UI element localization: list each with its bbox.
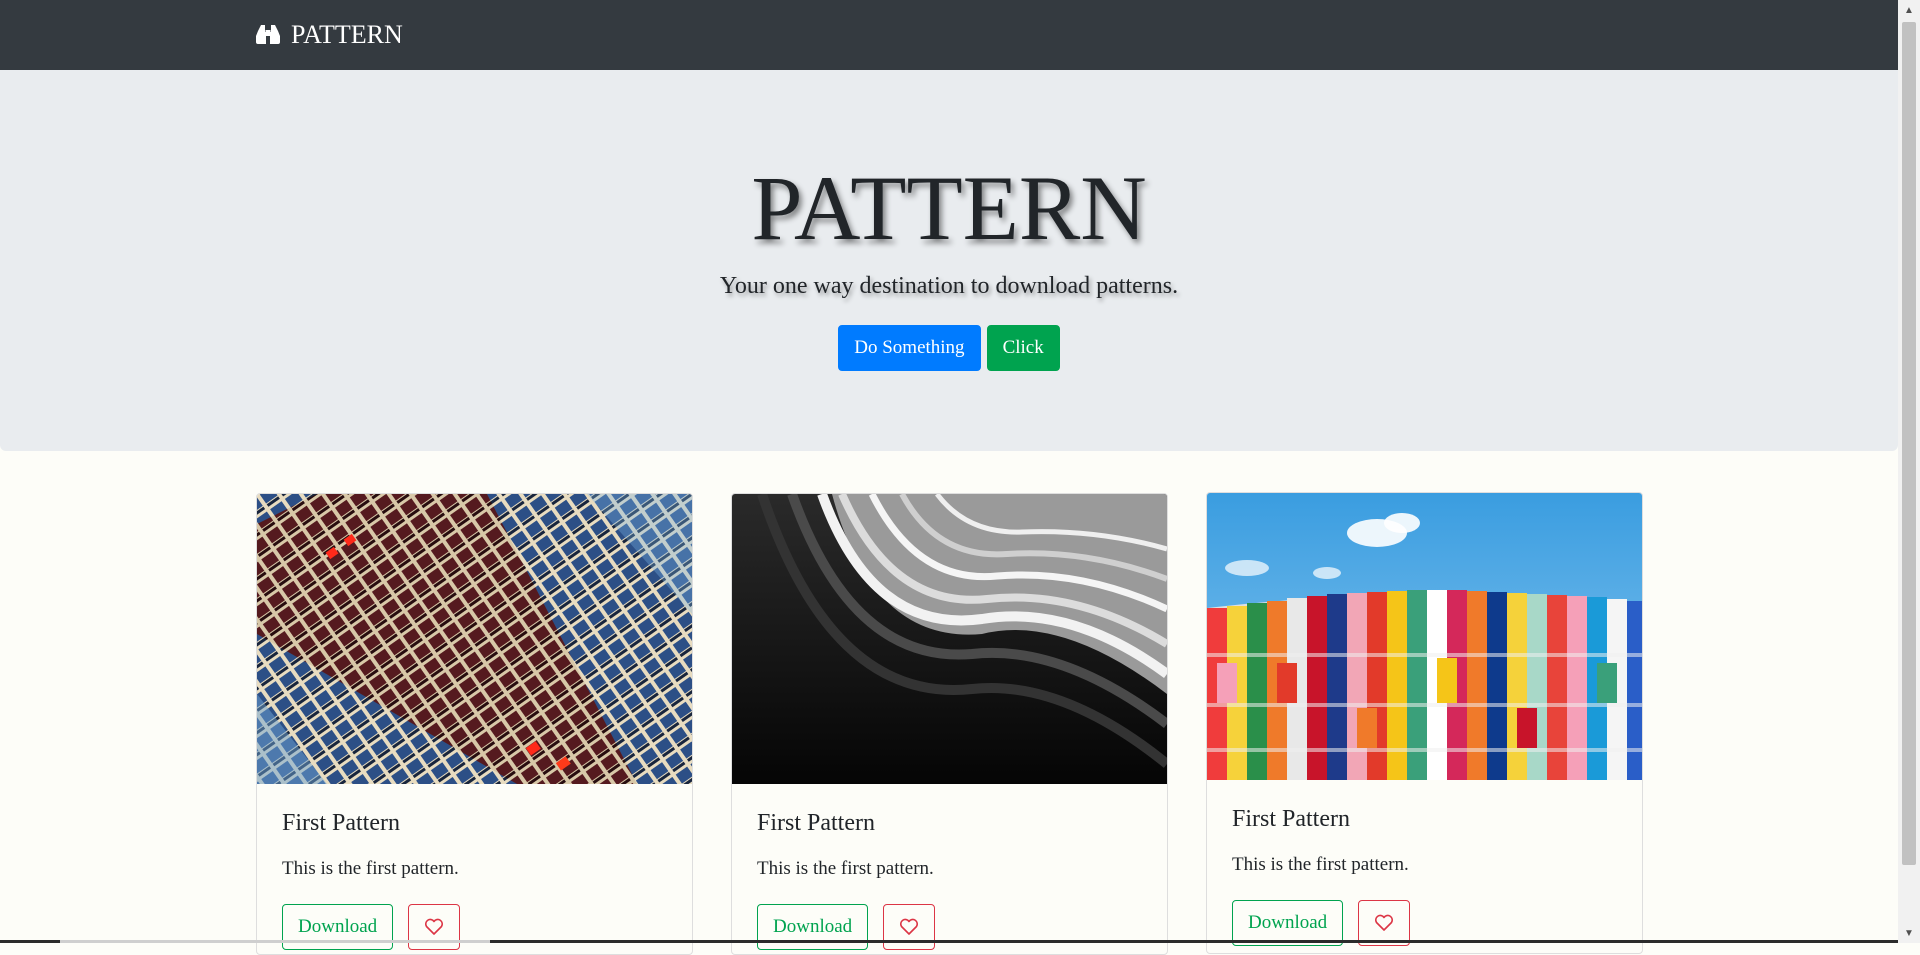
scroll-up-arrow-icon[interactable]: ▲	[1898, 0, 1920, 20]
pattern-card: First Pattern This is the first pattern.…	[1206, 492, 1643, 954]
brand-label: PATTERN	[291, 20, 403, 49]
heart-icon	[425, 918, 444, 935]
download-button[interactable]: Download	[282, 904, 394, 950]
vertical-scrollbar[interactable]: ▲ ▼	[1898, 0, 1920, 943]
click-button[interactable]: Click	[986, 325, 1060, 371]
hero-jumbotron: PATTERN Your one way destination to down…	[0, 70, 1898, 451]
download-button[interactable]: Download	[757, 904, 869, 950]
navbar-brand[interactable]: PATTERN	[255, 18, 403, 52]
hero-actions: Do Something Click	[0, 325, 1898, 371]
heart-icon	[1375, 914, 1394, 931]
like-button[interactable]	[408, 904, 461, 950]
like-button[interactable]	[883, 904, 936, 950]
pattern-card: First Pattern This is the first pattern.…	[731, 493, 1168, 955]
pattern-image	[257, 494, 692, 784]
scroll-down-arrow-icon[interactable]: ▼	[1898, 923, 1920, 943]
card-title: First Pattern	[1232, 806, 1350, 832]
heart-icon	[900, 918, 919, 935]
card-text: This is the first pattern.	[282, 858, 459, 879]
hero-title: PATTERN	[751, 157, 1147, 259]
navbar: PATTERN	[0, 0, 1898, 70]
card-text: This is the first pattern.	[757, 858, 934, 879]
card-body: First Pattern This is the first pattern.…	[732, 784, 1167, 950]
card-text: This is the first pattern.	[1232, 854, 1409, 875]
card-actions: Download	[282, 904, 668, 950]
pattern-card: First Pattern This is the first pattern.…	[256, 493, 693, 955]
card-actions: Download	[757, 904, 1143, 950]
scroll-thumb[interactable]	[1902, 22, 1916, 865]
do-something-button[interactable]: Do Something	[838, 325, 981, 371]
pattern-image	[732, 494, 1167, 784]
pattern-image	[1207, 493, 1642, 780]
hero-subtitle: Your one way destination to download pat…	[719, 273, 1179, 299]
binoculars-icon	[256, 25, 280, 44]
card-title: First Pattern	[282, 810, 400, 836]
card-body: First Pattern This is the first pattern.…	[257, 784, 692, 950]
card-title: First Pattern	[757, 810, 875, 836]
card-body: First Pattern This is the first pattern.…	[1207, 780, 1642, 946]
